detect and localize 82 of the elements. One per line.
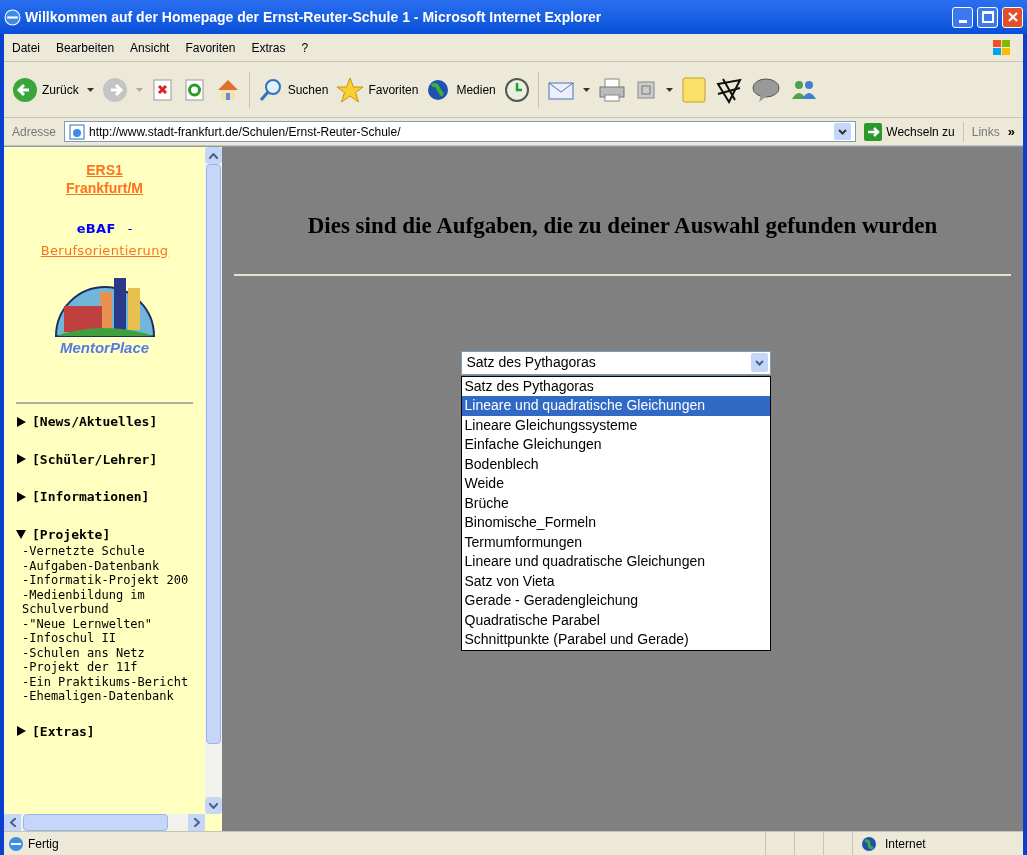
nav-section[interactable]: [Extras]: [16, 721, 205, 741]
project-link[interactable]: -Infoschul II: [22, 631, 205, 646]
section-label[interactable]: [Informationen]: [32, 487, 150, 507]
project-link[interactable]: -Aufgaben-Datenbank: [22, 558, 205, 573]
section-label[interactable]: [Schüler/Lehrer]: [32, 449, 158, 469]
collapsed-triangle-icon: [16, 491, 26, 502]
links-label[interactable]: Links: [967, 122, 1004, 141]
dash-separator: -: [127, 220, 133, 238]
printer-icon[interactable]: [597, 76, 626, 103]
address-field[interactable]: http://www.stadt-frankfurt.de/Schulen/Ernst-Reuter-Schule/: [64, 121, 857, 142]
menu-item[interactable]: ?: [301, 38, 309, 57]
status-text: Fertig: [28, 835, 59, 853]
speech-bubble-icon[interactable]: [750, 76, 781, 103]
nav-section[interactable]: [Informationen]: [16, 487, 205, 507]
page-icon: [69, 123, 86, 140]
nav-section[interactable]: [News/Aktuelles]: [16, 412, 205, 432]
dropdown-option[interactable]: Lineare Gleichungssysteme: [461, 415, 770, 435]
results-heading: Dies sind die Aufgaben, die zu deiner Auswahl gefunden wurden: [307, 212, 938, 240]
dropdown-option[interactable]: Quadratische Parabel: [461, 610, 770, 630]
menu-item[interactable]: Favoriten: [185, 38, 236, 57]
caret-icon[interactable]: [665, 87, 673, 92]
expanded-triangle-icon: [16, 529, 26, 540]
project-link[interactable]: -Informatik-Projekt 200: [22, 573, 205, 588]
section-label[interactable]: [News/Aktuelles]: [32, 412, 158, 432]
media-button[interactable]: Medien: [426, 76, 496, 103]
favorites-button[interactable]: Favoriten: [336, 76, 419, 103]
window-title: Willkommen auf der Homepage der Ernst-Reuter-Schule 1 - Microsoft Internet Explorer: [25, 7, 603, 27]
dropdown-option[interactable]: Satz von Vieta: [461, 571, 770, 591]
horizontal-scrollbar[interactable]: [4, 814, 205, 831]
nav-section[interactable]: [Schüler/Lehrer]: [16, 449, 205, 469]
project-link[interactable]: -Ehemaligen-Datenbank: [22, 689, 205, 704]
go-button[interactable]: Wechseln zu: [860, 122, 959, 141]
menu-item[interactable]: Extras: [251, 38, 286, 57]
dropdown-option[interactable]: Einfache Gleichungen: [461, 435, 770, 455]
task-select[interactable]: Satz des Pythagoras: [460, 350, 771, 375]
more-chevron[interactable]: »: [1007, 121, 1019, 142]
close-button[interactable]: [1002, 6, 1023, 28]
zone-label: Internet: [885, 835, 926, 853]
search-icon: [257, 76, 284, 103]
search-button[interactable]: Suchen: [257, 76, 329, 103]
dropdown-option[interactable]: Lineare und quadratische Gleichungen: [461, 396, 770, 416]
dropdown-option[interactable]: Termumformungen: [461, 532, 770, 552]
caret-icon[interactable]: [86, 87, 94, 92]
horizontal-thumb[interactable]: [23, 814, 168, 831]
project-link[interactable]: -Projekt der 11f: [22, 660, 205, 675]
menu-item[interactable]: Datei: [12, 38, 40, 57]
dropdown-option[interactable]: Gerade - Geradengleichung: [461, 591, 770, 611]
collapsed-triangle-icon: [16, 416, 26, 427]
maximize-button[interactable]: [977, 6, 998, 28]
nav-section[interactable]: [Projekte]: [16, 524, 205, 544]
minimize-button[interactable]: [952, 6, 973, 28]
vertical-scrollbar[interactable]: [205, 147, 222, 814]
collapsed-triangle-icon: [16, 726, 26, 737]
close-icon: [1006, 11, 1019, 23]
star-icon: [336, 76, 365, 103]
dropdown-option[interactable]: Satz des Pythagoras: [461, 376, 770, 396]
globe-icon: [861, 835, 877, 852]
ebaf-label: eBAF: [76, 220, 116, 238]
collapsed-triangle-icon: [16, 454, 26, 465]
refresh-icon[interactable]: [182, 77, 207, 102]
dropdown-option[interactable]: Binomische_Formeln: [461, 513, 770, 533]
history-icon[interactable]: [503, 76, 530, 103]
dropdown-option[interactable]: Bodenblech: [461, 454, 770, 474]
dropdown-option[interactable]: Lineare und quadratische Gleichungen: [461, 552, 770, 572]
project-link[interactable]: -Vernetzte Schule: [22, 544, 205, 559]
caret-icon[interactable]: [582, 87, 590, 92]
logo-wordmark: MentorPlace: [59, 340, 150, 356]
back-button[interactable]: Zurück: [12, 76, 79, 103]
project-link[interactable]: -"Neue Lernwelten": [22, 616, 205, 631]
dropdown-option[interactable]: Brüche: [461, 493, 770, 513]
stop-icon[interactable]: [150, 77, 175, 102]
menu-item[interactable]: Bearbeiten: [56, 38, 115, 57]
scroll-thumb[interactable]: [206, 164, 221, 744]
project-link[interactable]: -Schulen ans Netz: [22, 645, 205, 660]
project-link[interactable]: -Ein Praktikums-Bericht: [22, 674, 205, 689]
address-label: Adresse: [11, 123, 58, 141]
section-label[interactable]: [Extras]: [32, 721, 95, 741]
section-label[interactable]: [Projekte]: [32, 524, 111, 544]
project-link[interactable]: -Medienbildung im Schulverbund: [22, 587, 205, 617]
dropdown-option[interactable]: Schnittpunkte (Parabel und Gerade): [461, 630, 770, 650]
menu-item[interactable]: Ansicht: [130, 38, 170, 57]
dropdown-option[interactable]: Weide: [461, 474, 770, 494]
